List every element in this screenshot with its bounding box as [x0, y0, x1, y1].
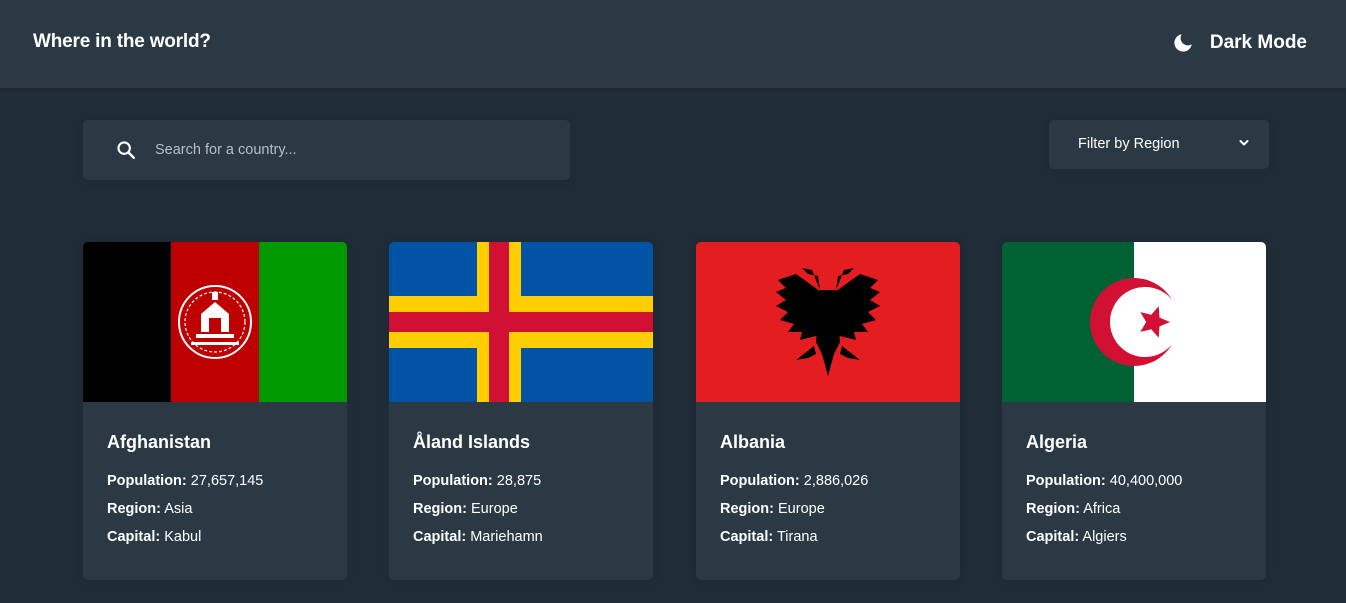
population-value: 40,400,000 — [1109, 473, 1183, 489]
capital-label: Capital: — [720, 529, 774, 545]
albania-flag — [696, 242, 960, 402]
region-value: Europe — [471, 501, 518, 517]
country-name: Afghanistan — [107, 432, 212, 452]
capital-row: Capital: Mariehamn — [413, 529, 543, 545]
capital-label: Capital: — [413, 529, 467, 545]
population-label: Population: — [413, 473, 493, 489]
region-filter-dropdown[interactable]: Filter by Region — [1049, 120, 1269, 169]
region-label: Region: — [720, 501, 774, 517]
capital-value: Tirana — [776, 529, 818, 545]
capital-label: Capital: — [107, 529, 161, 545]
region-row: Region: Asia — [107, 501, 192, 517]
region-label: Region: — [1026, 501, 1080, 517]
dark-mode-label: Dark Mode — [1209, 32, 1307, 53]
region-row: Region: Europe — [720, 501, 825, 517]
app-title: Where in the world? — [33, 31, 211, 52]
country-name: Albania — [720, 432, 786, 452]
country-name: Algeria — [1026, 432, 1088, 452]
dark-mode-toggle[interactable]: Dark Mode — [1172, 30, 1307, 56]
capital-row: Capital: Kabul — [107, 529, 201, 545]
search-box — [83, 120, 570, 180]
population-label: Population: — [720, 473, 800, 489]
population-label: Population: — [107, 473, 187, 489]
population-value: 28,875 — [496, 473, 542, 489]
chevron-down-icon — [1239, 140, 1249, 146]
country-card-albania[interactable]: Albania Population: 2,886,026 Region: Eu… — [696, 242, 960, 580]
region-row: Region: Europe — [413, 501, 518, 517]
region-label: Region: — [107, 501, 161, 517]
population-value: 27,657,145 — [190, 473, 264, 489]
header: Where in the world? Dark Mode — [0, 0, 1346, 88]
afghanistan-flag — [83, 242, 347, 402]
capital-row: Capital: Algiers — [1026, 529, 1127, 545]
country-card-afghanistan[interactable]: Afghanistan Population: 27,657,145 Regio… — [83, 242, 347, 580]
algeria-flag — [1002, 242, 1266, 402]
population-label: Population: — [1026, 473, 1106, 489]
search-icon — [117, 141, 135, 159]
country-card-algeria[interactable]: Algeria Population: 40,400,000 Region: A… — [1002, 242, 1266, 580]
region-row: Region: Africa — [1026, 501, 1120, 517]
population-row: Population: 40,400,000 — [1026, 473, 1182, 489]
country-card-aland-islands[interactable]: Åland Islands Population: 28,875 Region:… — [389, 242, 653, 580]
population-row: Population: 2,886,026 — [720, 473, 868, 489]
capital-row: Capital: Tirana — [720, 529, 818, 545]
capital-value: Mariehamn — [470, 529, 543, 545]
aland-islands-flag — [389, 242, 653, 402]
capital-value: Kabul — [164, 529, 202, 545]
region-value: Asia — [164, 501, 193, 517]
filter-label: Filter by Region — [1078, 136, 1180, 152]
region-value: Europe — [778, 501, 825, 517]
capital-label: Capital: — [1026, 529, 1080, 545]
population-row: Population: 28,875 — [413, 473, 541, 489]
region-label: Region: — [413, 501, 467, 517]
capital-value: Algiers — [1082, 529, 1127, 545]
population-value: 2,886,026 — [803, 473, 869, 489]
country-name: Åland Islands — [413, 432, 531, 452]
region-value: Africa — [1083, 501, 1121, 517]
moon-icon — [1174, 34, 1192, 52]
population-row: Population: 27,657,145 — [107, 473, 263, 489]
search-input[interactable] — [155, 120, 555, 180]
